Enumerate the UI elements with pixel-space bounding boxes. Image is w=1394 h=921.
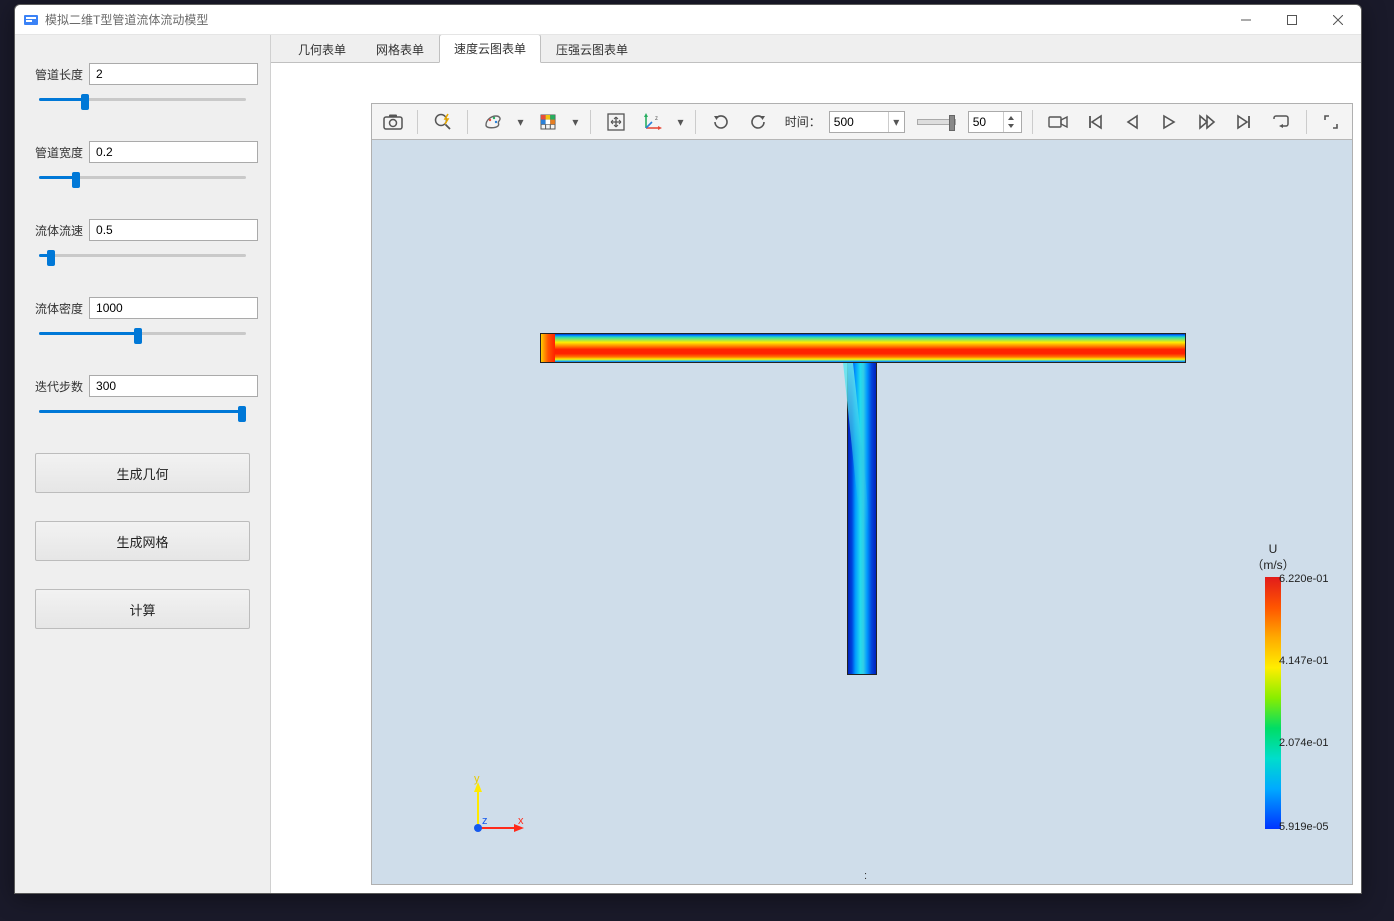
param-pipe-width: 管道宽度 <box>35 141 250 183</box>
legend-title: U <box>1269 542 1278 556</box>
play-icon[interactable] <box>1155 108 1184 136</box>
color-bar: 6.220e-01 4.147e-01 2.074e-01 5.919e-05 <box>1265 577 1281 829</box>
pipe-width-input[interactable] <box>89 141 258 163</box>
tab-mesh[interactable]: 网格表单 <box>361 35 439 63</box>
iterations-slider[interactable] <box>39 405 246 417</box>
flow-speed-slider[interactable] <box>39 249 246 261</box>
generate-mesh-button[interactable]: 生成网格 <box>35 521 250 561</box>
cube-dropdown-icon[interactable]: ▾ <box>571 115 581 129</box>
stride-combo[interactable] <box>968 111 1023 133</box>
status-text: : <box>864 870 867 882</box>
param-label: 管道宽度 <box>35 144 83 161</box>
tick-max: 6.220e-01 <box>1279 573 1329 585</box>
magnify-lightning-icon[interactable] <box>428 108 457 136</box>
close-button[interactable] <box>1315 5 1361 35</box>
step-back-icon[interactable] <box>1118 108 1147 136</box>
stride-input[interactable] <box>969 115 1003 129</box>
rubiks-cube-icon[interactable] <box>533 108 562 136</box>
record-icon[interactable] <box>1043 108 1072 136</box>
brush-dropdown-icon[interactable]: ▾ <box>516 115 526 129</box>
time-input[interactable] <box>830 115 888 129</box>
param-density: 流体密度 <box>35 297 250 339</box>
skip-last-icon[interactable] <box>1229 108 1258 136</box>
stepper-icon[interactable] <box>1003 112 1019 132</box>
tab-geometry[interactable]: 几何表单 <box>283 35 361 63</box>
app-window: 模拟二维T型管道流体流动模型 管道长度 <box>14 4 1362 894</box>
viewer: ▾ ▾ z ▾ <box>371 103 1353 885</box>
density-input[interactable] <box>89 297 258 319</box>
viewer-toolbar: ▾ ▾ z ▾ <box>372 104 1352 140</box>
pipe-length-slider[interactable] <box>39 93 246 105</box>
param-label: 流体密度 <box>35 300 83 317</box>
flow-speed-input[interactable] <box>89 219 258 241</box>
chevron-down-icon[interactable]: ▾ <box>888 112 904 132</box>
legend-unit: （m/s） <box>1251 558 1294 572</box>
tick-min: 5.919e-05 <box>1279 821 1329 833</box>
time-label: 时间： <box>785 113 821 130</box>
step-forward-icon[interactable] <box>1192 108 1221 136</box>
sidebar: 管道长度 管道宽度 流体流速 <box>15 35 271 893</box>
iterations-input[interactable] <box>89 375 258 397</box>
param-label: 迭代步数 <box>35 378 83 395</box>
tick-1: 2.074e-01 <box>1279 737 1329 749</box>
rotate-cw-icon[interactable] <box>706 108 735 136</box>
tab-pressure-contour[interactable]: 压强云图表单 <box>541 35 643 63</box>
color-scale: U （m/s） 6.220e-01 4.147e-01 2.074e-01 5.… <box>1228 542 1318 829</box>
tick-2: 4.147e-01 <box>1279 655 1329 667</box>
viewer-canvas[interactable]: y x z U （m/s） <box>372 140 1352 884</box>
titlebar: 模拟二维T型管道流体流动模型 <box>15 5 1361 35</box>
main-area: 几何表单 网格表单 速度云图表单 压强云图表单 <box>271 35 1361 893</box>
tab-content: ▾ ▾ z ▾ <box>271 63 1361 893</box>
pipe-width-slider[interactable] <box>39 171 246 183</box>
rotate-ccw-icon[interactable] <box>744 108 773 136</box>
svg-text:x: x <box>518 815 524 827</box>
expand-icon[interactable] <box>1317 108 1346 136</box>
tab-strip: 几何表单 网格表单 速度云图表单 压强云图表单 <box>271 35 1361 63</box>
axis-triad: y x z <box>462 774 532 844</box>
axis-orientation-icon[interactable]: z <box>638 108 667 136</box>
loop-icon[interactable] <box>1267 108 1296 136</box>
pipe-horizontal <box>540 333 1186 363</box>
skip-first-icon[interactable] <box>1080 108 1109 136</box>
screenshot-icon[interactable] <box>378 108 407 136</box>
brush-palette-icon[interactable] <box>478 108 507 136</box>
param-pipe-length: 管道长度 <box>35 63 250 105</box>
pipe-vertical <box>847 363 877 675</box>
window-controls <box>1223 5 1361 35</box>
window-title: 模拟二维T型管道流体流动模型 <box>45 11 208 28</box>
param-label: 流体流速 <box>35 222 83 239</box>
minimize-button[interactable] <box>1223 5 1269 35</box>
svg-text:z: z <box>655 116 658 122</box>
svg-text:y: y <box>474 774 480 785</box>
fit-view-icon[interactable] <box>601 108 630 136</box>
param-flow-speed: 流体流速 <box>35 219 250 261</box>
time-mini-slider[interactable] <box>917 119 956 125</box>
axis-dropdown-icon[interactable]: ▾ <box>676 115 686 129</box>
param-label: 管道长度 <box>35 66 83 83</box>
compute-button[interactable]: 计算 <box>35 589 250 629</box>
generate-geometry-button[interactable]: 生成几何 <box>35 453 250 493</box>
pipe-length-input[interactable] <box>89 63 258 85</box>
time-combo[interactable]: ▾ <box>829 111 905 133</box>
svg-text:z: z <box>482 815 488 827</box>
color-ticks: 6.220e-01 4.147e-01 2.074e-01 5.919e-05 <box>1279 577 1339 829</box>
app-icon <box>23 12 39 28</box>
density-slider[interactable] <box>39 327 246 339</box>
param-iterations: 迭代步数 <box>35 375 250 417</box>
maximize-button[interactable] <box>1269 5 1315 35</box>
tab-velocity-contour[interactable]: 速度云图表单 <box>439 35 541 63</box>
